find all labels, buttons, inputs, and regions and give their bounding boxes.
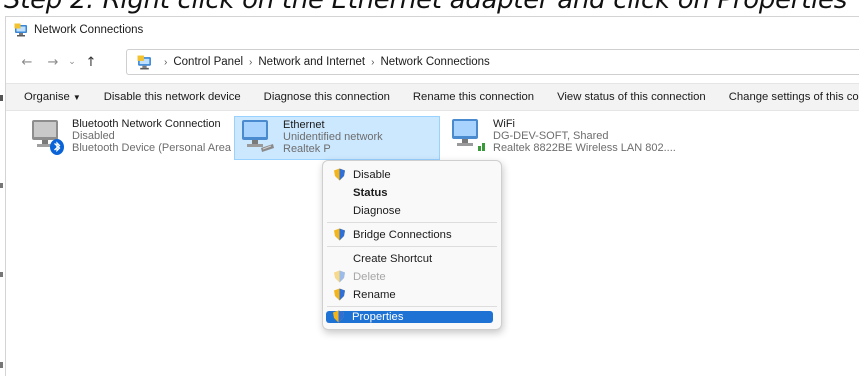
- up-button[interactable]: ↑: [80, 51, 102, 73]
- connection-status: Disabled: [72, 130, 115, 142]
- menu-item-bridge-connections[interactable]: Bridge Connections: [327, 226, 497, 243]
- menu-item-label: Status: [353, 186, 388, 199]
- menu-item-status[interactable]: Status: [327, 184, 497, 201]
- connection-name: WiFi: [493, 118, 515, 130]
- menu-item-disable[interactable]: Disable: [327, 166, 497, 183]
- organise-menu-button[interactable]: Organise ▼: [24, 91, 81, 103]
- breadcrumb-separator: ›: [371, 56, 375, 68]
- navigation-row: ← → ⌄ ↑ › Control Panel › Network and In…: [6, 43, 859, 81]
- menu-item-properties[interactable]: Properties: [326, 310, 493, 323]
- context-menu: Disable Status Diagnose Bridge Connectio…: [322, 160, 502, 330]
- menu-item-create-shortcut[interactable]: Create Shortcut: [327, 250, 497, 267]
- uac-shield-icon: [334, 288, 345, 301]
- change-settings-button[interactable]: Change settings of this connection: [729, 91, 859, 103]
- window-title: Network Connections: [34, 24, 144, 36]
- connection-name: Ethernet: [283, 119, 325, 131]
- menu-item-label: Rename: [353, 288, 396, 301]
- menu-item-label: Disable: [353, 168, 391, 181]
- bluetooth-adapter-icon: [28, 117, 66, 157]
- menu-item-label: Bridge Connections: [353, 228, 452, 241]
- ethernet-adapter-icon: [239, 118, 277, 158]
- title-bar: Network Connections: [6, 17, 859, 43]
- connection-status: Unidentified network: [283, 131, 383, 143]
- connection-device: Realtek P: [283, 143, 331, 155]
- command-bar: Organise ▼ Disable this network device Di…: [6, 83, 859, 111]
- connection-device: Bluetooth Device (Personal Area ...: [72, 142, 244, 154]
- banner-text: Step 2: Right click on the Ethernet adap…: [4, 0, 847, 15]
- breadcrumb-control-panel[interactable]: Control Panel: [173, 56, 243, 68]
- connection-item-bluetooth[interactable]: Bluetooth Network Connection Disabled Bl…: [28, 117, 243, 160]
- uac-shield-icon: [334, 270, 345, 283]
- connection-name: Bluetooth Network Connection: [72, 118, 221, 130]
- menu-item-label: Diagnose: [353, 204, 401, 217]
- diagnose-connection-button[interactable]: Diagnose this connection: [264, 91, 390, 103]
- menu-item-rename[interactable]: Rename: [327, 286, 497, 303]
- breadcrumb-separator: ›: [164, 56, 168, 68]
- breadcrumb-separator: ›: [249, 56, 253, 68]
- connection-item-ethernet[interactable]: Ethernet Unidentified network Realtek P: [234, 116, 440, 160]
- breadcrumb-network-and-internet[interactable]: Network and Internet: [258, 56, 365, 68]
- menu-separator: [327, 306, 497, 307]
- address-bar[interactable]: › Control Panel › Network and Internet ›…: [126, 49, 859, 75]
- breadcrumb-network-connections[interactable]: Network Connections: [380, 56, 489, 68]
- uac-shield-icon: [334, 228, 345, 241]
- view-status-button[interactable]: View status of this connection: [557, 91, 706, 103]
- connection-device: Realtek 8822BE Wireless LAN 802....: [493, 142, 676, 154]
- network-connections-icon: [137, 55, 151, 69]
- recent-locations-button[interactable]: ⌄: [64, 51, 80, 73]
- back-button[interactable]: ←: [16, 51, 38, 73]
- explorer-window: Network Connections ← → ⌄ ↑ › Control Pa…: [5, 16, 859, 376]
- menu-item-label: Create Shortcut: [353, 252, 433, 265]
- menu-item-label: Properties: [352, 311, 404, 323]
- menu-separator: [327, 222, 497, 223]
- uac-shield-icon: [333, 310, 344, 323]
- uac-shield-icon: [334, 168, 345, 181]
- forward-button[interactable]: →: [42, 51, 64, 73]
- chevron-down-icon: ▼: [72, 93, 81, 102]
- menu-item-diagnose[interactable]: Diagnose: [327, 202, 497, 219]
- connection-status: DG-DEV-SOFT, Shared: [493, 130, 609, 142]
- wifi-adapter-icon: [449, 117, 487, 157]
- menu-separator: [327, 246, 497, 247]
- rename-connection-button[interactable]: Rename this connection: [413, 91, 534, 103]
- network-connections-icon: [14, 23, 27, 37]
- connection-item-wifi[interactable]: WiFi DG-DEV-SOFT, Shared Realtek 8822BE …: [449, 117, 679, 160]
- menu-item-delete: Delete: [327, 268, 497, 285]
- disable-device-button[interactable]: Disable this network device: [104, 91, 241, 103]
- organise-label: Organise: [24, 91, 70, 103]
- menu-item-label: Delete: [353, 270, 386, 283]
